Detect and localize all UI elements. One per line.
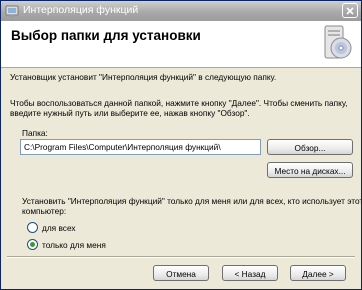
footer-divider — [7, 256, 355, 258]
page-title: Выбор папки для установки — [11, 28, 201, 43]
radio-label: для всех — [42, 223, 76, 233]
next-button-label: Далее > — [302, 269, 334, 279]
radio-button[interactable] — [27, 222, 38, 233]
cancel-button-label: Отмена — [166, 269, 196, 279]
radio-label: только для меня — [42, 240, 106, 250]
disk-space-button-label: Место на дисках... — [274, 166, 346, 176]
intro-text: Установщик установит "Интерполяция функц… — [10, 72, 277, 82]
wizard-content: Установщик установит "Интерполяция функц… — [1, 68, 361, 289]
wizard-header: Выбор папки для установки — [1, 21, 361, 68]
disk-space-button[interactable]: Место на дисках... — [267, 162, 353, 178]
cancel-button[interactable]: Отмена — [153, 265, 209, 281]
close-icon — [346, 7, 354, 15]
folder-label: Папка: — [22, 128, 48, 138]
instruction-text-line2: введите нужный путь или выберите ее, наж… — [10, 108, 250, 118]
browse-button[interactable]: Обзор... — [267, 139, 353, 155]
back-button[interactable]: < Назад — [222, 265, 278, 281]
folder-path-input[interactable]: C:\Program Files\Computer\Интерполяция ф… — [20, 139, 261, 155]
back-button-label: < Назад — [234, 269, 266, 279]
instruction-text-line1: Чтобы воспользоваться данной папкой, наж… — [10, 98, 348, 108]
next-button[interactable]: Далее > — [290, 265, 346, 281]
install-for-question-line2: компьютер: — [22, 206, 67, 216]
computer-cd-icon — [324, 25, 352, 59]
installer-window: Интерполяция функций Выбор папки для уст… — [0, 0, 362, 290]
title-bar[interactable]: Интерполяция функций — [1, 1, 361, 21]
browse-button-label: Обзор... — [294, 143, 326, 153]
window-title: Интерполяция функций — [23, 4, 139, 16]
close-button[interactable] — [342, 3, 358, 18]
radio-option-everyone[interactable]: для всех — [27, 222, 117, 234]
radio-button[interactable] — [27, 239, 38, 250]
install-for-question-line1: Установить "Интерполяция функций" только… — [22, 196, 362, 206]
installer-icon — [5, 5, 19, 17]
radio-option-only-me[interactable]: только для меня — [27, 239, 137, 251]
